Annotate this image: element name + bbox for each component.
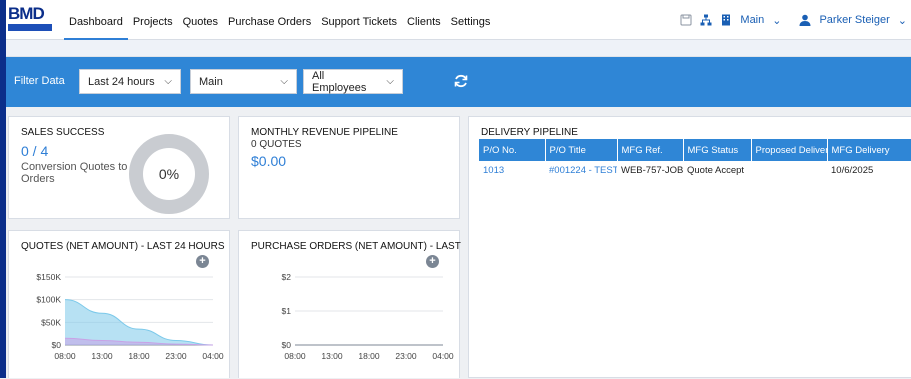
y-tick-label: $150K [36, 272, 61, 282]
sales-success-card: SALES SUCCESS 0 / 4 Conversion Quotes to… [8, 116, 230, 219]
filter-label: Filter Data [14, 75, 65, 87]
location-value: Main [199, 75, 223, 88]
add-icon[interactable]: + [196, 255, 209, 268]
y-tick-label: $100K [36, 295, 61, 305]
filter-bar: Filter Data Last 24 hours ⌵ Main ⌵ All E… [6, 57, 911, 107]
time-range-value: Last 24 hours [88, 75, 155, 88]
col-po-title[interactable]: P/O Title [545, 139, 618, 161]
x-tick-label: 23:00 [395, 351, 417, 361]
brand-logo[interactable]: BMD [8, 4, 54, 34]
y-tick-label: $50K [41, 317, 61, 327]
conversion-value: 0 / 4 [21, 143, 49, 159]
location-selector[interactable]: Main [740, 14, 764, 26]
user-chevron-icon[interactable]: ⌄ [898, 14, 907, 27]
logo-text: BMD [8, 4, 45, 23]
col-mfg-status[interactable]: MFG Status [683, 139, 752, 161]
mfg-ref-cell: WEB-757-JOB [621, 164, 683, 176]
subheader-strip [6, 40, 911, 57]
x-tick-label: 04:00 [202, 351, 224, 361]
nav-dashboard[interactable]: Dashboard [64, 0, 128, 40]
conversion-subtitle: Conversion Quotes to Orders [21, 161, 128, 185]
mfg-delivery-cell: 10/6/2025 [831, 164, 874, 176]
quotes-chart-card: QUOTES (NET AMOUNT) - LAST 24 HOURS + $0… [8, 230, 230, 378]
y-tick-label: $0 [52, 340, 62, 350]
quotes-area-chart: $0 $50K $100K $150K 08:00 13:00 18:00 23:00 04:0… [36, 272, 224, 361]
logo-stripe [8, 24, 52, 31]
nav-clients[interactable]: Clients [402, 0, 446, 40]
app-frame: BMD Dashboard Projects Quotes Purchase O… [0, 0, 911, 378]
nav-projects[interactable]: Projects [128, 0, 178, 40]
chevron-down-icon: ⌵ [386, 76, 394, 87]
chevron-down-icon: ⌵ [164, 76, 172, 87]
y-tick-label: $2 [282, 272, 292, 282]
nav-settings[interactable]: Settings [446, 0, 496, 40]
x-tick-label: 08:00 [54, 351, 76, 361]
revenue-value: $0.00 [251, 153, 287, 169]
time-range-select[interactable]: Last 24 hours ⌵ [79, 69, 181, 94]
donut-percent: 0% [159, 166, 179, 182]
col-mfg-ref[interactable]: MFG Ref. [617, 139, 684, 161]
nav-purchase-orders[interactable]: Purchase Orders [223, 0, 316, 40]
monthly-revenue-card: MONTHLY REVENUE PIPELINE 0 QUOTES $0.00 [238, 116, 460, 219]
user-icon [799, 14, 811, 26]
po-chart-card: PURCHASE ORDERS (NET AMOUNT) - LAST + $0… [238, 230, 461, 378]
building-icon[interactable] [720, 14, 732, 26]
x-tick-label: 13:00 [321, 351, 343, 361]
delivery-table: P/O No. P/O Title MFG Ref. MFG Status Pr… [479, 139, 911, 179]
y-tick-label: $0 [282, 340, 292, 350]
conversion-donut: 0% [129, 134, 209, 214]
x-tick-label: 04:00 [432, 351, 454, 361]
sitemap-icon[interactable] [700, 14, 712, 26]
refresh-icon[interactable] [453, 73, 469, 89]
card-title: MONTHLY REVENUE PIPELINE [251, 127, 398, 138]
location-select[interactable]: Main ⌵ [190, 69, 297, 94]
po-number-link[interactable]: 1013 [479, 161, 545, 179]
main-nav: Dashboard Projects Quotes Purchase Order… [64, 0, 495, 40]
x-tick-label: 08:00 [284, 351, 306, 361]
card-title: QUOTES (NET AMOUNT) - LAST 24 HOURS [21, 241, 225, 252]
po-line-chart: $0 $1 $2 08:00 13:00 18:00 23:00 04:00 [282, 272, 454, 361]
save-icon[interactable] [680, 14, 692, 26]
nav-support-tickets[interactable]: Support Tickets [316, 0, 402, 40]
mfg-status-cell: Quote Accept [687, 164, 745, 176]
x-tick-label: 23:00 [165, 351, 187, 361]
table-header-row: P/O No. P/O Title MFG Ref. MFG Status Pr… [479, 139, 911, 161]
delivery-pipeline-card: DELIVERY PIPELINE P/O No. P/O Title MFG … [468, 116, 911, 378]
top-navigation-bar: BMD Dashboard Projects Quotes Purchase O… [6, 0, 911, 40]
col-mfg-delivery[interactable]: MFG Delivery [827, 139, 911, 161]
chevron-down-icon: ⌵ [280, 76, 288, 87]
chevron-down-icon[interactable]: ⌄ [772, 14, 781, 27]
add-icon[interactable]: + [426, 255, 439, 268]
x-tick-label: 13:00 [91, 351, 113, 361]
quote-count: 0 QUOTES [251, 139, 302, 150]
nav-quotes[interactable]: Quotes [178, 0, 223, 40]
user-menu[interactable]: Parker Steiger [819, 14, 889, 26]
y-tick-label: $1 [282, 306, 292, 316]
employee-select[interactable]: All Employees ⌵ [303, 69, 403, 94]
table-row[interactable]: 1013 #001224 - TEST WEB-757-JOB Quote Ac… [479, 161, 911, 179]
top-right-tools: Main ⌄ Parker Steiger ⌄ [680, 0, 911, 40]
col-proposed-delivery[interactable]: Proposed Delivery [751, 139, 828, 161]
card-title: PURCHASE ORDERS (NET AMOUNT) - LAST [251, 241, 461, 252]
x-tick-label: 18:00 [128, 351, 150, 361]
card-title: SALES SUCCESS [21, 127, 105, 138]
proposed-delivery-cell [751, 161, 827, 179]
employee-value: All Employees [312, 69, 367, 94]
po-title-link[interactable]: #001224 - TEST [545, 161, 617, 179]
card-title: DELIVERY PIPELINE [481, 127, 578, 138]
x-tick-label: 18:00 [358, 351, 380, 361]
col-po-no[interactable]: P/O No. [479, 139, 546, 161]
